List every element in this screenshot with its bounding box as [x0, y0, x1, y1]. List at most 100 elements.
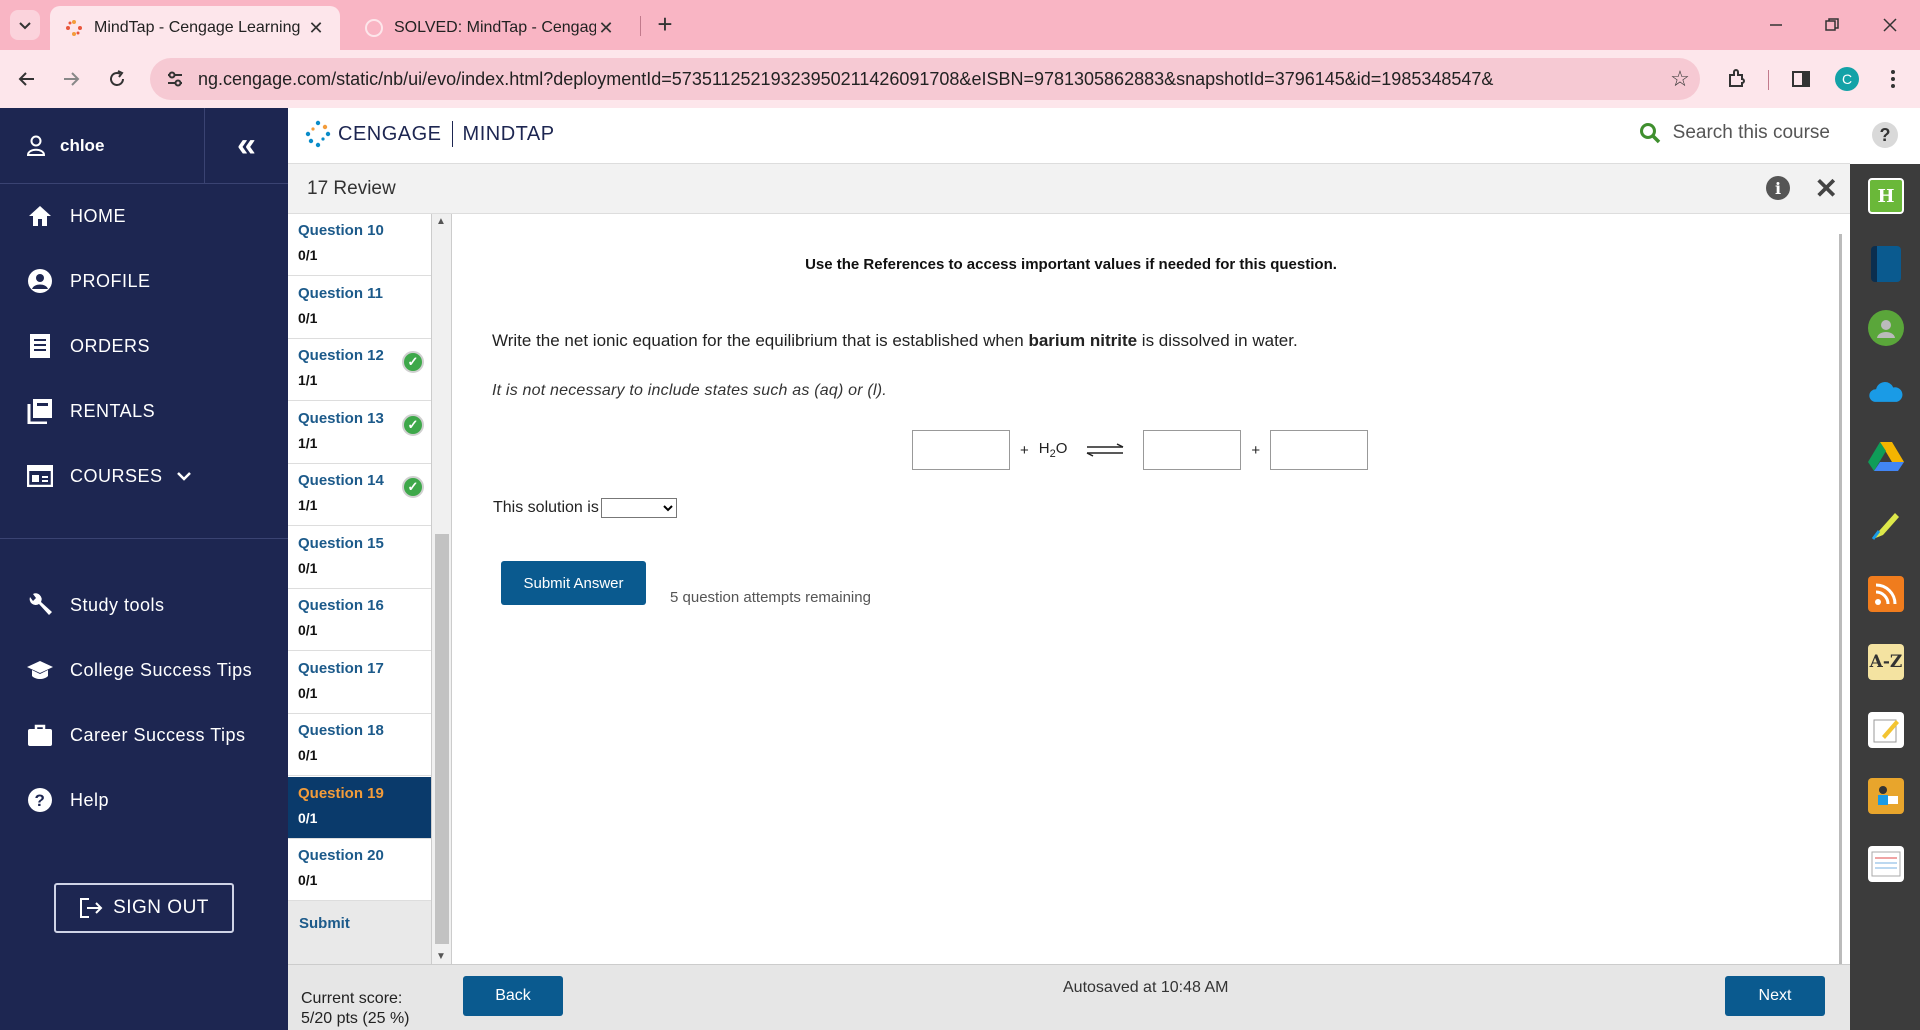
question-item[interactable]: Question 19 0/1: [288, 776, 431, 839]
equilibrium-arrows-icon: [1085, 443, 1125, 457]
question-item[interactable]: Question 15 0/1: [288, 527, 431, 589]
close-icon[interactable]: ✕: [596, 18, 616, 39]
google-drive-icon[interactable]: [1868, 438, 1904, 474]
sidebar-item-orders[interactable]: ORDERS: [0, 324, 288, 368]
close-window-button[interactable]: [1870, 8, 1910, 42]
back-nav-button[interactable]: [12, 64, 42, 94]
correct-check-icon: ✓: [402, 413, 424, 436]
url-bar[interactable]: ng.cengage.com/static/nb/ui/evo/index.ht…: [150, 58, 1700, 100]
next-button[interactable]: Next: [1725, 976, 1825, 1016]
reactant-input[interactable]: [912, 430, 1010, 470]
course-search[interactable]: Search this course: [1639, 122, 1830, 144]
sidebar-item-courses[interactable]: COURSES: [0, 454, 288, 498]
question-title: Question 10: [298, 222, 384, 239]
sign-out-button[interactable]: SIGN OUT: [54, 883, 234, 933]
question-item[interactable]: Question 11 0/1: [288, 277, 431, 339]
briefcase-icon: [26, 721, 54, 749]
question-title: Question 18: [298, 722, 384, 739]
question-score: 0/1: [298, 872, 318, 888]
question-item[interactable]: Question 12 1/1 ✓: [288, 339, 431, 401]
references-notice: Use the References to access important v…: [805, 256, 1337, 273]
tab-title: SOLVED: MindTap - Cengage Le: [394, 19, 596, 36]
sidebar-item-rentals[interactable]: RENTALS: [0, 389, 288, 433]
flashcards-icon[interactable]: [1868, 846, 1904, 882]
loading-favicon-icon: [364, 18, 384, 38]
sidebar-item-label: ORDERS: [70, 335, 151, 356]
brand-logo[interactable]: CENGAGE MINDTAP: [304, 120, 555, 148]
help-icon[interactable]: ?: [1872, 122, 1898, 148]
sidebar-item-label: HOME: [70, 205, 126, 226]
sidebar-item-study-tools[interactable]: Study tools: [0, 583, 288, 627]
scrollbar-thumb[interactable]: [435, 534, 449, 944]
scroll-up-icon[interactable]: ▲: [436, 216, 446, 227]
close-icon[interactable]: ✕: [306, 18, 326, 39]
question-score: 0/1: [298, 684, 318, 701]
submit-answer-button[interactable]: Submit Answer: [501, 561, 646, 605]
question-item[interactable]: Question 13 1/1 ✓: [288, 402, 431, 464]
product-input-1[interactable]: [1143, 430, 1242, 470]
glossary-icon[interactable]: A-Z: [1868, 644, 1904, 680]
main-sidebar: chloe « HOME PROFILE ORDERS RENTALS COUR…: [0, 108, 288, 1030]
sign-out-icon: [80, 898, 103, 918]
onedrive-icon[interactable]: [1868, 374, 1904, 410]
info-icon[interactable]: i: [1766, 176, 1790, 200]
reload-button[interactable]: [102, 64, 132, 94]
question-title: Question 11: [298, 284, 384, 302]
browser-tab-bar: MindTap - Cengage Learning ✕ SOLVED: Min…: [0, 0, 1920, 50]
ebook-icon[interactable]: [1871, 246, 1901, 282]
tutor-icon[interactable]: [1868, 778, 1904, 814]
back-button[interactable]: Back: [463, 976, 563, 1016]
question-score: 0/1: [298, 247, 318, 263]
question-item[interactable]: Question 10 0/1: [288, 214, 431, 276]
question-list-scrollbar[interactable]: ▲ ▼: [432, 214, 452, 964]
sidebar-item-label: Study tools: [70, 594, 165, 615]
restore-button[interactable]: [1812, 8, 1852, 42]
question-score: 0/1: [298, 309, 318, 326]
url-text: ng.cengage.com/static/nb/ui/evo/index.ht…: [198, 68, 1494, 89]
highlighter-icon[interactable]: [1868, 508, 1904, 544]
attempts-remaining: 5 question attempts remaining: [670, 589, 871, 606]
sidebar-item-home[interactable]: HOME: [0, 194, 288, 238]
sidebar-user[interactable]: chloe: [0, 108, 204, 184]
product-input-2[interactable]: [1270, 430, 1369, 470]
question-item[interactable]: Question 16 0/1: [288, 589, 431, 651]
question-item[interactable]: Question 20 0/1: [288, 839, 431, 901]
homework-help-icon[interactable]: H: [1868, 178, 1904, 214]
plus-sign: +: [1020, 441, 1029, 459]
scroll-down-icon[interactable]: ▼: [436, 951, 446, 962]
chevron-down-icon: [176, 472, 191, 481]
new-tab-button[interactable]: +: [650, 10, 680, 40]
profile-avatar[interactable]: C: [1832, 64, 1862, 94]
question-item[interactable]: Question 17 0/1: [288, 652, 431, 714]
progress-icon[interactable]: [1868, 310, 1904, 346]
browser-menu-icon[interactable]: [1878, 64, 1908, 94]
question-title: Question 19: [298, 784, 384, 802]
site-settings-icon[interactable]: [164, 68, 186, 90]
content-scrollbar[interactable]: [1839, 234, 1842, 964]
forward-nav-button[interactable]: [56, 64, 86, 94]
sidebar-item-label: RENTALS: [70, 400, 156, 421]
tab-search-button[interactable]: [10, 10, 40, 40]
sidebar-item-career-success-tips[interactable]: Career Success Tips: [0, 713, 288, 757]
browser-tab-mindtap[interactable]: MindTap - Cengage Learning ✕: [50, 6, 340, 50]
equation-row: + H2O +: [912, 430, 1369, 470]
collapse-sidebar-button[interactable]: «: [204, 108, 288, 184]
solution-row: This solution is: [493, 498, 677, 518]
solution-type-select[interactable]: [600, 498, 677, 518]
minimize-button[interactable]: [1756, 8, 1796, 42]
side-panel-icon[interactable]: [1786, 64, 1816, 94]
close-activity-icon[interactable]: ✕: [1815, 172, 1838, 205]
browser-tab-solved[interactable]: SOLVED: MindTap - Cengage Le ✕: [350, 6, 630, 50]
search-input[interactable]: Search this course: [1673, 122, 1830, 144]
tab-title: MindTap - Cengage Learning: [94, 19, 301, 36]
rss-icon[interactable]: [1868, 576, 1904, 612]
sidebar-item-college-success-tips[interactable]: College Success Tips: [0, 648, 288, 692]
notes-icon[interactable]: [1868, 712, 1904, 748]
bookmark-star-icon[interactable]: ☆: [1660, 66, 1700, 92]
sidebar-item-help[interactable]: ? Help: [0, 778, 288, 822]
sidebar-item-profile[interactable]: PROFILE: [0, 259, 288, 303]
question-item[interactable]: Question 14 1/1 ✓: [288, 464, 431, 526]
question-item[interactable]: Question 18 0/1: [288, 714, 431, 776]
extensions-icon[interactable]: [1722, 64, 1752, 94]
submit-assignment-link[interactable]: Submit: [288, 901, 431, 964]
